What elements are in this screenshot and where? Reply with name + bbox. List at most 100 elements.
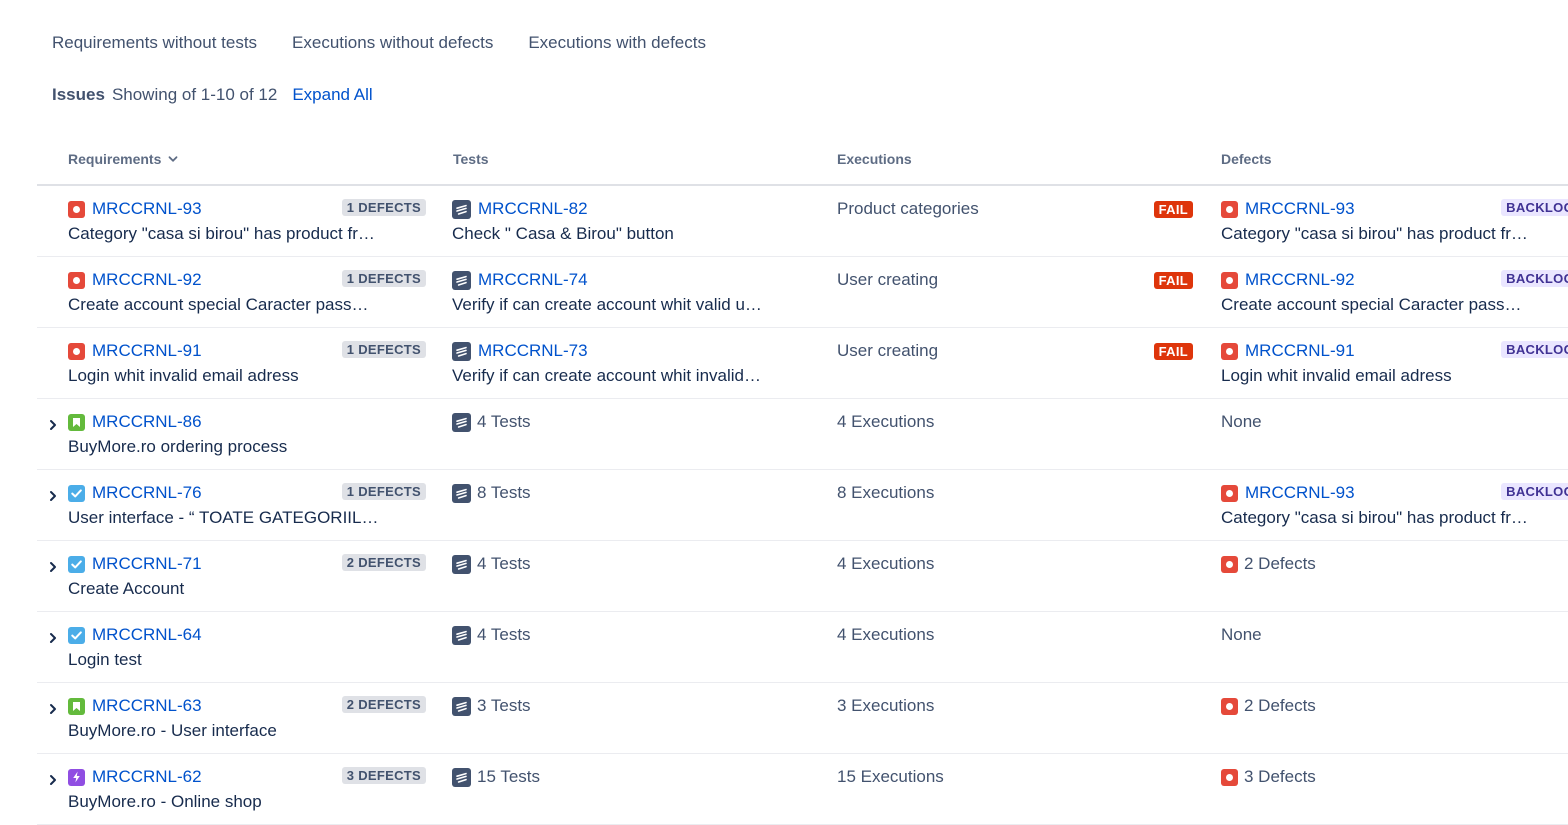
issues-label: Issues xyxy=(52,85,105,104)
bug-icon xyxy=(1221,697,1238,715)
requirement-cell: MRCCRNL-92 1 DEFECTS Create account specia… xyxy=(68,269,426,316)
fail-status-badge: FAIL xyxy=(1153,201,1193,218)
requirement-summary: BuyMore.ro - Online shop xyxy=(68,792,262,811)
defects-count-badge: 1 DEFECTS xyxy=(341,270,426,287)
requirement-key-link[interactable]: MRCCRNL-91 xyxy=(92,341,202,361)
defect-summary: Category "casa si birou" has product fr… xyxy=(1221,508,1528,527)
column-header-defects: Defects xyxy=(1221,151,1272,167)
tab-executions-with-defects[interactable]: Executions with defects xyxy=(528,33,706,53)
executions-cell: User creating FAIL xyxy=(837,340,1193,362)
table-row: MRCCRNL-76 1 DEFECTS User interface - “ TO… xyxy=(37,470,1568,541)
table-row: MRCCRNL-92 1 DEFECTS Create account specia… xyxy=(37,257,1568,328)
requirement-key-link[interactable]: MRCCRNL-76 xyxy=(92,483,202,503)
chevron-right-icon[interactable] xyxy=(48,418,58,436)
requirement-key-link[interactable]: MRCCRNL-71 xyxy=(92,554,202,574)
requirement-key-link[interactable]: MRCCRNL-64 xyxy=(92,625,202,645)
tests-count: 15 Tests xyxy=(477,767,541,786)
test-key-link[interactable]: MRCCRNL-73 xyxy=(478,341,588,361)
defects-count-badge: 1 DEFECTS xyxy=(341,199,426,216)
column-header-executions: Executions xyxy=(837,151,912,167)
chevron-right-icon[interactable] xyxy=(48,560,58,578)
backlog-status-badge: BACKLOG xyxy=(1501,199,1568,216)
defects-count: 2 Defects xyxy=(1244,554,1316,573)
defect-key-link[interactable]: MRCCRNL-93 xyxy=(1245,483,1355,503)
tests-cell: MRCCRNL-74 Verify if can create account w… xyxy=(452,269,782,316)
view-tabs: Requirements without tests Executions wi… xyxy=(52,33,706,53)
test-icon xyxy=(452,625,471,645)
defects-cell: MRCCRNL-93 BACKLOG Category "casa si birou… xyxy=(1221,482,1568,529)
test-key-link[interactable]: MRCCRNL-74 xyxy=(478,270,588,290)
table-row: MRCCRNL-63 2 DEFECTS BuyMore.ro - User int… xyxy=(37,683,1568,754)
task-icon xyxy=(68,484,85,502)
requirement-summary: Login whit invalid email adress xyxy=(68,366,299,385)
execution-text: User creating xyxy=(837,270,939,289)
table-row: MRCCRNL-93 1 DEFECTS Category "casa si bir… xyxy=(37,186,1568,257)
fail-status-badge: FAIL xyxy=(1153,343,1193,360)
requirement-key-link[interactable]: MRCCRNL-62 xyxy=(92,767,202,787)
requirement-key-link[interactable]: MRCCRNL-93 xyxy=(92,199,202,219)
requirement-key-link[interactable]: MRCCRNL-92 xyxy=(92,270,202,290)
test-key-link[interactable]: MRCCRNL-82 xyxy=(478,199,588,219)
execution-text: 3 Executions xyxy=(837,696,935,715)
defect-key-link[interactable]: MRCCRNL-91 xyxy=(1245,341,1355,361)
bug-icon xyxy=(1221,271,1238,289)
backlog-status-badge: BACKLOG xyxy=(1501,483,1568,500)
test-icon xyxy=(452,341,471,361)
defects-cell: None xyxy=(1221,624,1543,646)
epic-icon xyxy=(68,768,85,786)
defect-key-link[interactable]: MRCCRNL-93 xyxy=(1245,199,1355,219)
tests-cell: MRCCRNL-82 Check " Casa & Birou" button xyxy=(452,198,782,245)
requirement-summary: BuyMore.ro - User interface xyxy=(68,721,277,740)
execution-text: 15 Executions xyxy=(837,767,944,786)
table-body: MRCCRNL-93 1 DEFECTS Category "casa si bir… xyxy=(37,186,1568,825)
chevron-right-icon[interactable] xyxy=(48,489,58,507)
backlog-status-badge: BACKLOG xyxy=(1501,270,1568,287)
tests-count: 4 Tests xyxy=(477,412,531,431)
requirement-summary: Category "casa si birou" has product fr… xyxy=(68,224,375,243)
executions-cell: Product categories FAIL xyxy=(837,198,1193,220)
table-row: MRCCRNL-62 3 DEFECTS BuyMore.ro - Online s… xyxy=(37,754,1568,825)
test-icon xyxy=(452,270,471,290)
table-row: MRCCRNL-64 Login test 4 Tests 4 Executions N… xyxy=(37,612,1568,683)
chevron-right-icon[interactable] xyxy=(48,702,58,720)
requirement-cell: MRCCRNL-64 Login test xyxy=(68,624,390,671)
task-icon xyxy=(68,626,85,644)
defects-cell: 3 Defects xyxy=(1221,766,1543,788)
bug-icon xyxy=(68,271,85,289)
defects-count-badge: 3 DEFECTS xyxy=(341,767,426,784)
chevron-right-icon[interactable] xyxy=(48,773,58,791)
requirement-key-link[interactable]: MRCCRNL-86 xyxy=(92,412,202,432)
executions-cell: 4 Executions xyxy=(837,411,1162,433)
requirements-header-label: Requirements xyxy=(68,151,162,167)
chevron-down-icon xyxy=(168,156,178,162)
expand-all-link[interactable]: Expand All xyxy=(292,85,372,105)
executions-cell: 4 Executions xyxy=(837,553,1162,575)
bug-icon xyxy=(1221,555,1238,573)
execution-text: 8 Executions xyxy=(837,483,935,502)
column-header-requirements[interactable]: Requirements xyxy=(68,151,179,167)
executions-cell: 4 Executions xyxy=(837,624,1162,646)
requirement-key-link[interactable]: MRCCRNL-63 xyxy=(92,696,202,716)
issues-summary: Issues Showing of 1-10 of 12 Expand All xyxy=(52,85,373,105)
tab-executions-without-defects[interactable]: Executions without defects xyxy=(292,33,493,53)
tests-cell: MRCCRNL-73 Verify if can create account w… xyxy=(452,340,782,387)
table-header: Requirements Tests Executions Defects xyxy=(37,140,1568,186)
tests-cell: 8 Tests xyxy=(452,482,782,504)
no-defects-text: None xyxy=(1221,625,1262,644)
defect-key-link[interactable]: MRCCRNL-92 xyxy=(1245,270,1355,290)
defects-count: 3 Defects xyxy=(1244,767,1316,786)
requirement-cell: MRCCRNL-62 3 DEFECTS BuyMore.ro - Online s… xyxy=(68,766,426,813)
test-summary: Verify if can create account whit valid … xyxy=(452,295,762,314)
tests-cell: 15 Tests xyxy=(452,766,782,788)
defects-count: 2 Defects xyxy=(1244,696,1316,715)
tests-cell: 4 Tests xyxy=(452,411,782,433)
tab-requirements-without-tests[interactable]: Requirements without tests xyxy=(52,33,257,53)
task-icon xyxy=(68,555,85,573)
bug-icon xyxy=(1221,768,1238,786)
test-icon xyxy=(452,554,471,574)
test-icon xyxy=(452,412,471,432)
test-summary: Check " Casa & Birou" button xyxy=(452,224,674,243)
chevron-right-icon[interactable] xyxy=(48,631,58,649)
test-summary: Verify if can create account whit invali… xyxy=(452,366,761,385)
test-icon xyxy=(452,483,471,503)
